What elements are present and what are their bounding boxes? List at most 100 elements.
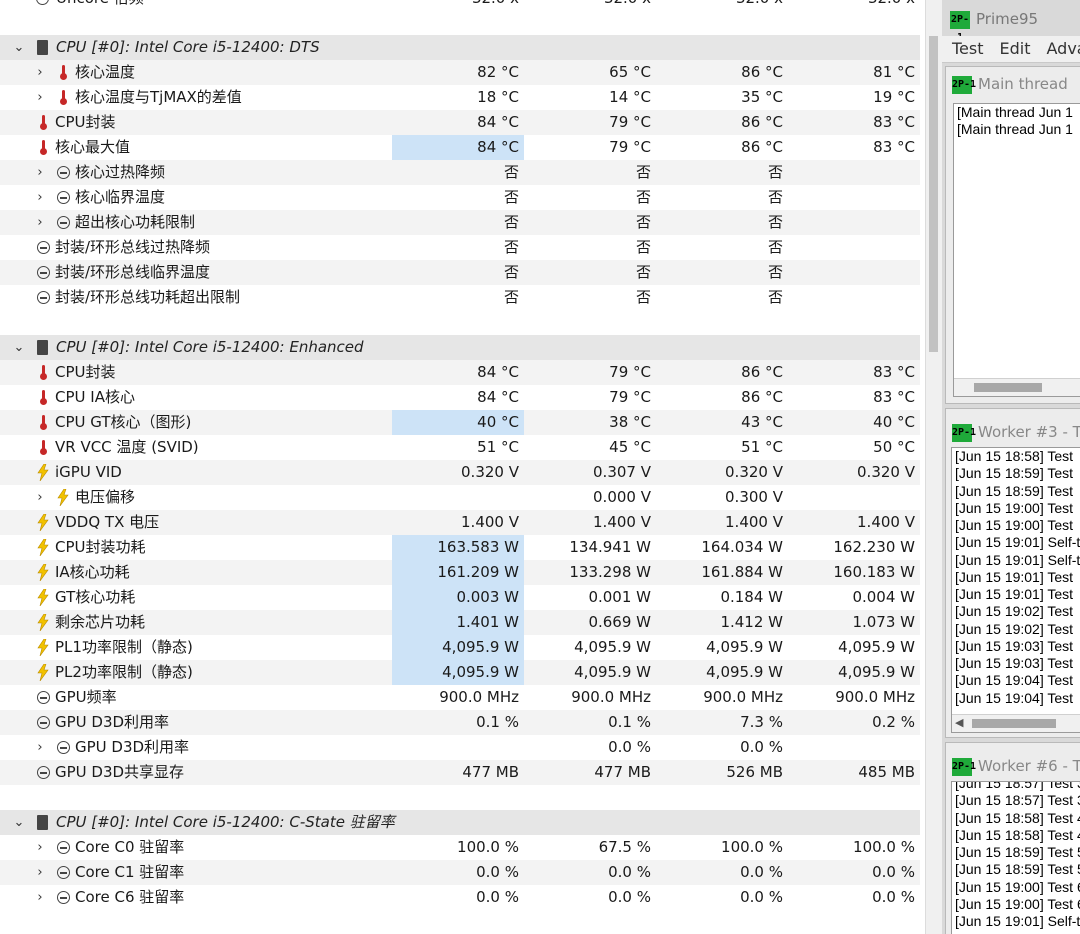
sensor-row[interactable]: 封装/环形总线过热降频 否 否 否: [0, 235, 920, 260]
prime95-logo-icon: 2P-1: [952, 75, 976, 94]
sensor-row[interactable]: VR VCC 温度 (SVID) 51 °C 45 °C 51 °C 50 °C: [0, 435, 920, 460]
main-thread-window[interactable]: 2P-1 Main thread [Main thread Jun 1 [Main …: [945, 66, 1080, 404]
mdi-titlebar[interactable]: 2P-1 Main thread: [952, 71, 1068, 97]
collapse-chevron-icon[interactable]: ⌄: [12, 335, 26, 360]
sensor-value-avg: 83 °C: [873, 363, 915, 381]
sensor-value-avg: 83 °C: [873, 113, 915, 131]
sensor-value-max: 否: [767, 163, 783, 181]
menu-advanced[interactable]: Adva: [1047, 39, 1080, 58]
expand-chevron-icon[interactable]: ›: [33, 835, 47, 860]
sensor-row[interactable]: › Core C6 驻留率 0.0 % 0.0 % 0.0 % 0.0 %: [0, 885, 920, 910]
sensor-row[interactable]: IA核心功耗 161.209 W 133.298 W 161.884 W 160.183…: [0, 560, 920, 585]
log-pane[interactable]: [Main thread Jun 1 [Main thread Jun 1: [953, 103, 1080, 397]
expand-chevron-icon[interactable]: ›: [33, 210, 47, 235]
sensor-value-avg: 0.004 W: [852, 588, 915, 606]
sensor-label: GT核心功耗: [55, 588, 136, 606]
log-line: [Jun 15 19:01] Self-t: [955, 551, 1080, 568]
sensor-label: 核心温度与TjMAX的差值: [75, 88, 242, 106]
sensor-row[interactable]: CPU IA核心 84 °C 79 °C 86 °C 83 °C: [0, 385, 920, 410]
sensor-row[interactable]: Uncore 倍频 32.0 x 32.0 x 32.0 x 32.0 x: [0, 0, 920, 11]
expand-chevron-icon[interactable]: ›: [33, 60, 47, 85]
sensor-value-min: 900.0 MHz: [571, 688, 651, 706]
clock-icon: [37, 266, 50, 279]
sensor-row[interactable]: PL2功率限制（静态) 4,095.9 W 4,095.9 W 4,095.9 W 4,…: [0, 660, 920, 685]
sensor-row[interactable]: CPU封装功耗 163.583 W 134.941 W 164.034 W 162.23…: [0, 535, 920, 560]
sensor-row[interactable]: › 电压偏移 0.000 V 0.300 V: [0, 485, 920, 510]
expand-chevron-icon[interactable]: ›: [33, 85, 47, 110]
expand-chevron-icon[interactable]: ›: [33, 860, 47, 885]
sensor-row[interactable]: 核心最大值 84 °C 79 °C 86 °C 83 °C: [0, 135, 920, 160]
sensor-row[interactable]: › 核心温度与TjMAX的差值 18 °C 14 °C 35 °C 19 °C: [0, 85, 920, 110]
horizontal-scrollbar[interactable]: ◀: [952, 714, 1080, 732]
scrollbar-thumb[interactable]: [974, 383, 1042, 392]
sensor-value-min: 1.400 V: [593, 513, 651, 531]
sensor-value-current: 否: [503, 213, 519, 231]
sensor-row[interactable]: › GPU D3D利用率 0.0 % 0.0 %: [0, 735, 920, 760]
sensor-row[interactable]: 剩余芯片功耗 1.401 W 0.669 W 1.412 W 1.073 W: [0, 610, 920, 635]
bolt-icon: [37, 463, 49, 482]
log-pane[interactable]: [Jun 15 18:57] Test 3 [Jun 15 18:57] Test…: [951, 781, 1080, 934]
sensor-row[interactable]: CPU封装 84 °C 79 °C 86 °C 83 °C: [0, 360, 920, 385]
sensor-row[interactable]: › 核心温度 82 °C 65 °C 86 °C 81 °C: [0, 60, 920, 85]
worker-6-window[interactable]: 2P-1 Worker #6 - Te [Jun 15 18:57] Test 3…: [945, 742, 1080, 934]
sensor-group-header[interactable]: ⌄ CPU [#0]: Intel Core i5-12400: C-State …: [0, 810, 920, 835]
sensor-row[interactable]: iGPU VID 0.320 V 0.307 V 0.320 V 0.320 V: [0, 460, 920, 485]
mdi-titlebar[interactable]: 2P-1 Worker #3 - Te: [952, 419, 1080, 445]
sensor-value-max: 0.0 %: [740, 888, 783, 906]
collapse-chevron-icon[interactable]: ⌄: [12, 810, 26, 835]
sensor-value-min: 4,095.9 W: [574, 663, 651, 681]
sensor-row[interactable]: 封装/环形总线功耗超出限制 否 否 否: [0, 285, 920, 310]
sensor-row[interactable]: › 核心临界温度 否 否 否: [0, 185, 920, 210]
menu-test[interactable]: Test: [952, 39, 984, 58]
expand-chevron-icon[interactable]: ›: [33, 160, 47, 185]
sensor-value-min: 否: [635, 213, 651, 231]
menu-edit[interactable]: Edit: [1000, 39, 1031, 58]
sensor-group-header[interactable]: ⌄ CPU [#0]: Intel Core i5-12400: Enhanced: [0, 335, 920, 360]
scroll-left-icon[interactable]: ◀: [955, 716, 963, 729]
sensor-row[interactable]: CPU GT核心（图形) 40 °C 38 °C 43 °C 40 °C: [0, 410, 920, 435]
clock-icon: [37, 716, 50, 729]
sensor-label: 电压偏移: [75, 488, 136, 506]
sensor-label: 核心最大值: [55, 138, 131, 156]
sensor-row[interactable]: VDDQ TX 电压 1.400 V 1.400 V 1.400 V 1.400 V: [0, 510, 920, 535]
sensor-value-max: 否: [767, 263, 783, 281]
clock-icon: [37, 291, 50, 304]
sensor-value-avg: 0.0 %: [872, 863, 915, 881]
log-line: [Jun 15 19:02] Test: [955, 620, 1074, 637]
mdi-titlebar[interactable]: 2P-1 Worker #6 - Te: [952, 753, 1080, 779]
sensor-value-min: 477 MB: [594, 763, 651, 781]
sensor-value-avg: 1.400 V: [857, 513, 915, 531]
expand-chevron-icon[interactable]: ›: [33, 185, 47, 210]
sensor-row[interactable]: GPU D3D共享显存 477 MB 477 MB 526 MB 485 MB: [0, 760, 920, 785]
sensor-row[interactable]: › Core C1 驻留率 0.0 % 0.0 % 0.0 % 0.0 %: [0, 860, 920, 885]
sensor-row[interactable]: PL1功率限制（静态) 4,095.9 W 4,095.9 W 4,095.9 W 4,…: [0, 635, 920, 660]
worker-3-window[interactable]: 2P-1 Worker #3 - Te [Jun 15 18:58] Test [J…: [945, 408, 1080, 738]
scrollbar-thumb[interactable]: [972, 719, 1056, 728]
sensor-row[interactable]: › 超出核心功耗限制 否 否 否: [0, 210, 920, 235]
expand-chevron-icon[interactable]: ›: [33, 485, 47, 510]
sensor-row[interactable]: › Core C0 驻留率 100.0 % 67.5 % 100.0 % 100.0 %: [0, 835, 920, 860]
sensor-row[interactable]: 封装/环形总线临界温度 否 否 否: [0, 260, 920, 285]
sensor-value-current: 0.003 W: [392, 585, 524, 610]
prime95-logo-icon: 2P-1: [952, 423, 976, 442]
sensor-row[interactable]: GPU频率 900.0 MHz 900.0 MHz 900.0 MHz 900.0 MH…: [0, 685, 920, 710]
sensor-value-max: 100.0 %: [721, 838, 783, 856]
scrollbar-thumb[interactable]: [929, 36, 938, 352]
collapse-chevron-icon[interactable]: ⌄: [12, 35, 26, 60]
sensor-row[interactable]: CPU封装 84 °C 79 °C 86 °C 83 °C: [0, 110, 920, 135]
sensor-group-header[interactable]: ⌄ CPU [#0]: Intel Core i5-12400: DTS: [0, 35, 920, 60]
log-pane[interactable]: [Jun 15 18:58] Test [Jun 15 18:59] Test [J…: [951, 447, 1080, 733]
vertical-scrollbar[interactable]: [925, 0, 942, 934]
chip-icon: [37, 340, 48, 355]
sensor-value-current: 84 °C: [477, 388, 519, 406]
sensor-row[interactable]: › 核心过热降频 否 否 否: [0, 160, 920, 185]
sensor-value-avg: [788, 285, 920, 310]
expand-chevron-icon[interactable]: ›: [33, 735, 47, 760]
expand-chevron-icon[interactable]: ›: [33, 885, 47, 910]
sensor-row[interactable]: GPU D3D利用率 0.1 % 0.1 % 7.3 % 0.2 %: [0, 710, 920, 735]
sensor-label: CPU封装: [55, 363, 116, 381]
sensor-row[interactable]: GT核心功耗 0.003 W 0.001 W 0.184 W 0.004 W: [0, 585, 920, 610]
sensor-value-max: 86 °C: [741, 63, 783, 81]
horizontal-scrollbar[interactable]: [954, 378, 1080, 396]
thermometer-icon: [37, 415, 51, 430]
